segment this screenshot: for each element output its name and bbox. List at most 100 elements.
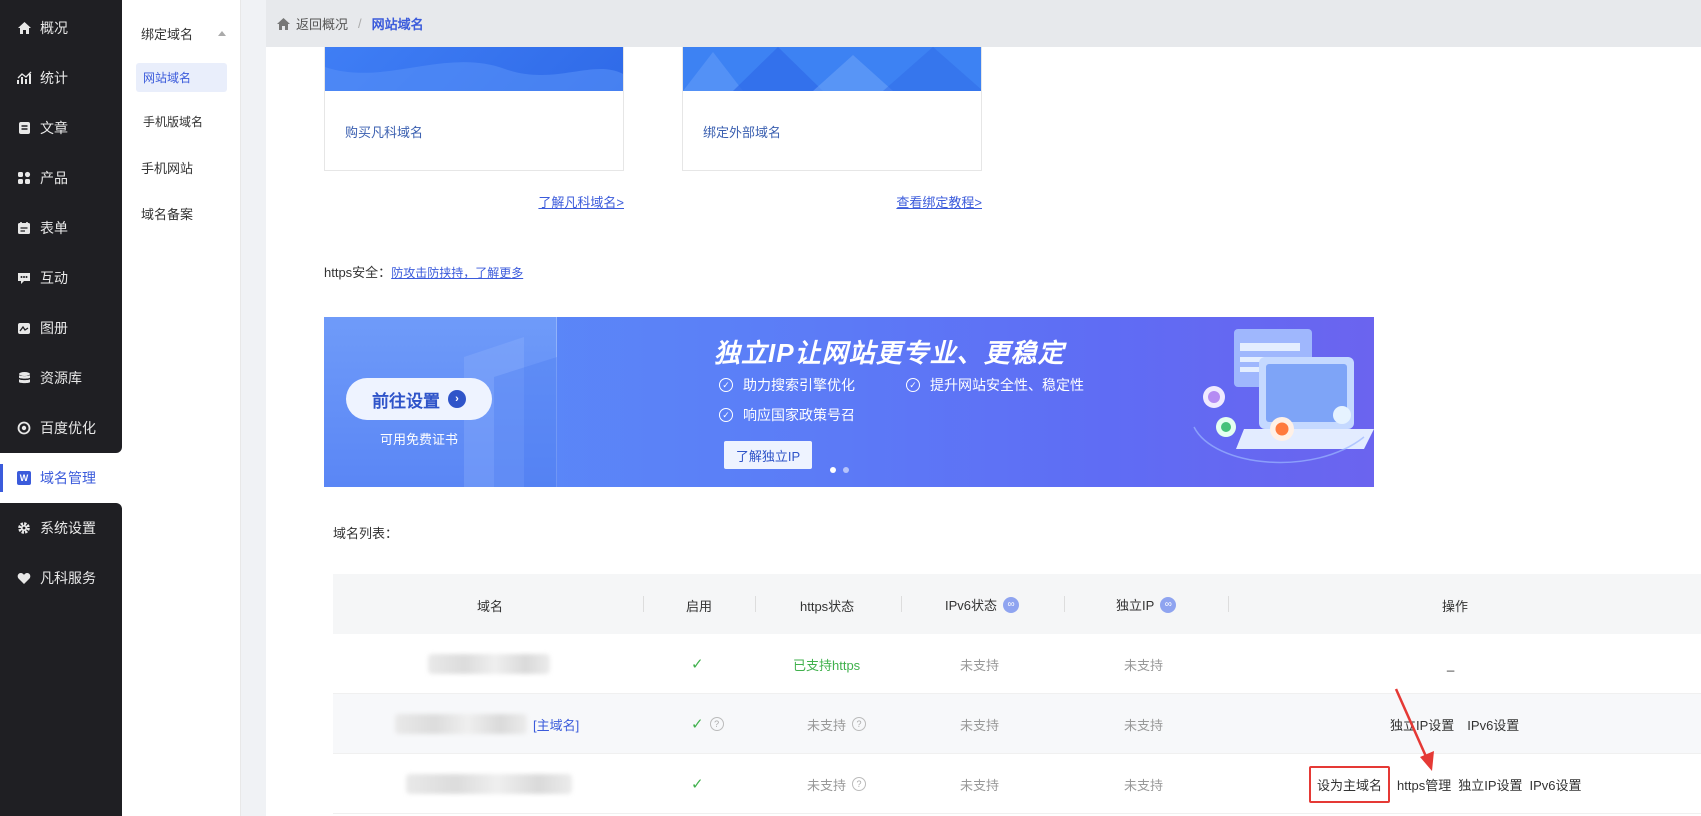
help-icon[interactable]: ? [709, 717, 724, 731]
https-learn-more-link[interactable]: 防攻击防挟持，了解更多 [391, 266, 523, 280]
domain-list-label: 域名列表： [333, 526, 399, 541]
sidebar-item-label: 资源库 [40, 370, 82, 386]
gear-icon [16, 520, 32, 536]
column-header-dedicated-ip: 独立IP ∞ [1116, 595, 1177, 614]
w-badge-icon: W [16, 470, 32, 486]
https-cell: 未支持 ? [807, 694, 867, 754]
column-header-enabled: 启用 [686, 599, 713, 614]
breadcrumb-home-label: 返回概况 [296, 17, 349, 32]
bind-tutorial-link[interactable]: 查看绑定教程> [882, 192, 982, 211]
subnav-group-label: 绑定域名 [141, 27, 194, 42]
column-divider [1064, 596, 1065, 612]
dedicated-ip-banner[interactable]: 前往设置 › 可用免费证书 独立IP让网站更专业、更稳定 ✓ 助力搜索引擎优化 … [324, 317, 1374, 487]
sidebar-item-label: 凡科服务 [40, 570, 96, 586]
banner-title: 独立IP让网站更专业、更稳定 [714, 338, 1065, 368]
help-icon[interactable]: ? [852, 717, 867, 731]
redacted-domain [428, 654, 550, 674]
https-status: 未支持 [807, 717, 847, 733]
go-settings-button[interactable]: 前往设置 › [346, 378, 492, 420]
link-icon[interactable]: ∞ [1003, 596, 1020, 613]
ipv6-settings-link[interactable]: IPv6设置 [1467, 715, 1519, 734]
sidebar-item-label: 产品 [40, 170, 68, 186]
redacted-domain [395, 714, 527, 734]
laptop-illustration [1193, 329, 1374, 464]
sidebar-item-seo[interactable]: 百度优化 [0, 406, 122, 450]
https-status: 已支持https [793, 657, 861, 673]
subnav-item-mobile-site[interactable]: 手机网站 [141, 158, 193, 177]
check-icon: ✓ [691, 776, 704, 793]
column-header-ipv6-label: IPv6状态 [945, 598, 998, 613]
ipv6-status: 未支持 [960, 657, 1000, 673]
stats-icon [16, 70, 32, 86]
buy-domain-label[interactable]: 购买凡科域名 [345, 122, 423, 141]
dedicated-ip-status: 未支持 [1124, 657, 1164, 673]
domain-cell [428, 634, 550, 694]
database-icon [16, 370, 32, 386]
banner-dot[interactable] [830, 467, 836, 473]
sidebar-item-label: 域名管理 [40, 470, 96, 486]
set-primary-domain-button[interactable]: 设为主域名 [1309, 765, 1391, 803]
sidebar-item-label: 系统设置 [40, 520, 96, 536]
column-divider [901, 596, 902, 612]
chevron-up-icon [218, 31, 226, 36]
banner-feature: ✓ 助力搜索引擎优化 [719, 375, 855, 395]
sidebar-item-interact[interactable]: 互动 [0, 256, 122, 300]
sidebar-item-form[interactable]: 表单 [0, 206, 122, 250]
ipv6-settings-link[interactable]: IPv6设置 [1530, 775, 1582, 794]
home-icon [277, 17, 290, 30]
sidebar-item-settings[interactable]: 系统设置 [0, 506, 122, 550]
sidebar-item-label: 百度优化 [40, 420, 96, 436]
help-icon[interactable]: ? [852, 777, 867, 791]
link-icon[interactable]: ∞ [1160, 596, 1177, 613]
breadcrumb-home-link[interactable]: 返回概况 [276, 14, 348, 33]
banner-feature-label: 提升网站安全性、稳定性 [930, 377, 1084, 393]
subnav-item-site-domain[interactable]: 网站域名 [136, 63, 227, 92]
column-header-https: https状态 [800, 599, 855, 614]
sidebar-item-gallery[interactable]: 图册 [0, 306, 122, 350]
banner-dot[interactable] [843, 467, 849, 473]
https-manage-link[interactable]: https管理 [1397, 775, 1451, 794]
subnav-item-mobile-domain[interactable]: 手机版域名 [136, 107, 227, 136]
sidebar-item-stats[interactable]: 统计 [0, 56, 122, 100]
home-icon [16, 20, 32, 36]
banner-pagination [830, 467, 849, 473]
learn-dedicated-ip-button[interactable]: 了解独立IP [724, 441, 812, 469]
seo-icon [16, 420, 32, 436]
column-header-domain: 域名 [477, 599, 504, 614]
column-divider [643, 596, 644, 612]
column-divider [1228, 596, 1229, 612]
breadcrumb: 返回概况 / 网站域名 [266, 0, 1701, 47]
primary-domain-tag: [主域名] [533, 717, 580, 733]
buy-domain-card[interactable]: 购买凡科域名 [324, 47, 624, 171]
sidebar-item-article[interactable]: 文章 [0, 106, 122, 150]
bind-external-card[interactable]: 绑定外部域名 [682, 47, 982, 171]
sidebar-item-resources[interactable]: 资源库 [0, 356, 122, 400]
breadcrumb-current: 网站域名 [371, 17, 424, 32]
banner-feature-label: 响应国家政策号召 [743, 407, 855, 423]
article-icon [16, 120, 32, 136]
learn-domain-link[interactable]: 了解凡科域名> [532, 192, 624, 211]
sidebar-item-service[interactable]: 凡科服务 [0, 556, 122, 600]
ipv6-status: 未支持 [960, 777, 1000, 793]
check-icon: ✓ [691, 716, 704, 733]
check-circle-icon: ✓ [719, 378, 733, 392]
subnav-group-bind-domain[interactable]: 绑定域名 [141, 24, 226, 43]
sidebar-item-overview[interactable]: 概况 [0, 6, 122, 50]
sidebar-item-domain[interactable]: W 域名管理 [0, 456, 122, 500]
sidebar-item-label: 统计 [40, 70, 68, 86]
dedicated-ip-settings-link[interactable]: 独立IP设置 [1458, 775, 1522, 794]
bind-external-label[interactable]: 绑定外部域名 [703, 122, 781, 141]
heart-icon [16, 570, 32, 586]
annotation-arrow-icon [1394, 688, 1434, 771]
banner-feature: ✓ 响应国家政策号召 [719, 405, 855, 425]
subnav-item-icp-filing[interactable]: 域名备案 [141, 204, 193, 223]
sidebar-item-label: 文章 [40, 120, 68, 136]
banner-feature-label: 助力搜索引擎优化 [743, 377, 855, 393]
https-security-line: https安全：防攻击防挟持，了解更多 [324, 262, 523, 281]
sidebar-item-product[interactable]: 产品 [0, 156, 122, 200]
check-circle-icon: ✓ [906, 378, 920, 392]
domain-cell [406, 754, 572, 814]
enabled-cell: ✓ [691, 634, 704, 694]
table-row: ✓ 未支持 ? 未支持 未支持 设为主域名 https管理 独立IP设置 IPv… [333, 754, 1701, 814]
column-divider [755, 596, 756, 612]
